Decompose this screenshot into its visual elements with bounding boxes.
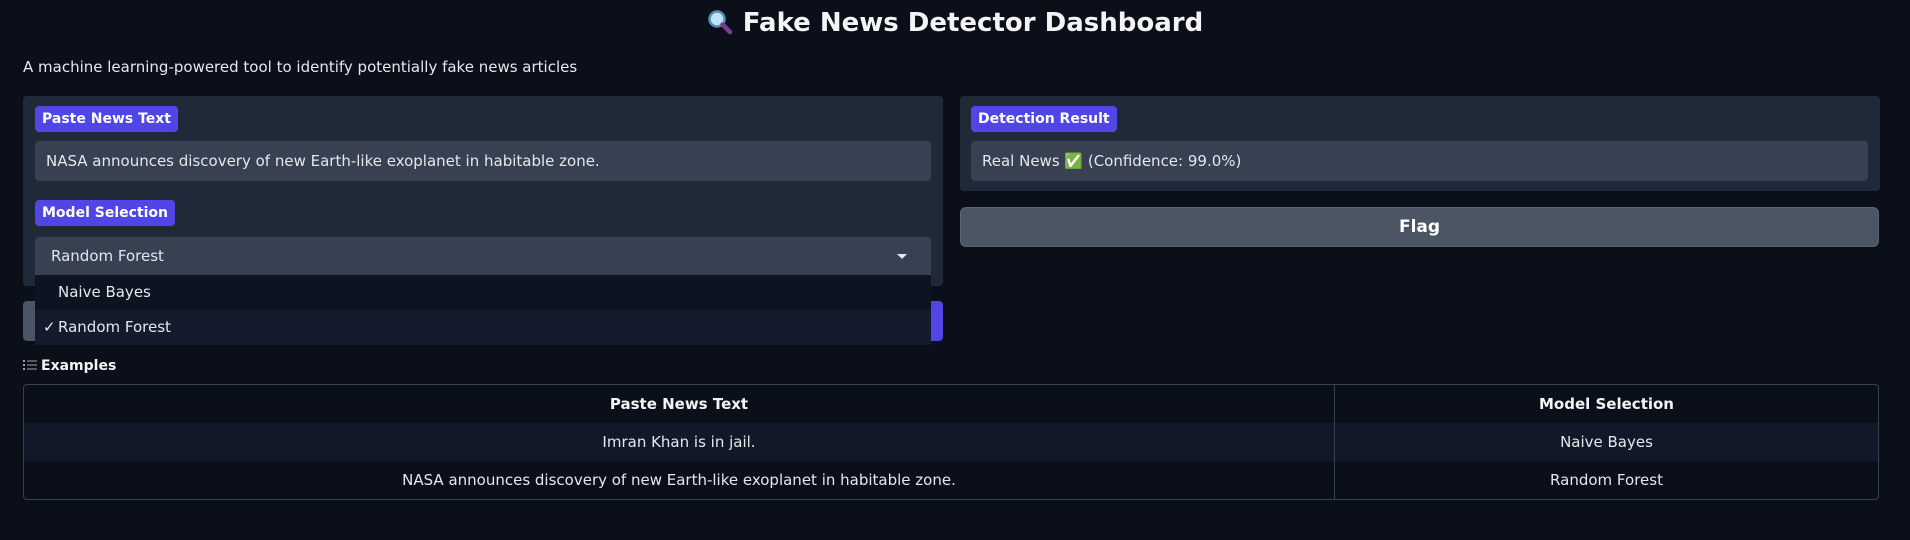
- news-text-label: Paste News Text: [35, 106, 178, 132]
- table-header-row: Paste News Text Model Selection: [24, 385, 1878, 423]
- examples-header: Examples: [23, 358, 116, 374]
- table-row[interactable]: Imran Khan is in jail. Naive Bayes: [24, 423, 1878, 461]
- page-subtitle: A machine learning-powered tool to ident…: [23, 58, 578, 76]
- table-header-model: Model Selection: [1539, 395, 1674, 413]
- list-icon: [23, 359, 37, 371]
- table-cell-news-text: Imran Khan is in jail.: [24, 423, 1335, 461]
- checkmark-icon: ✓: [43, 318, 56, 336]
- model-select-value: Random Forest: [51, 247, 164, 265]
- page-title-text: Fake News Detector Dashboard: [742, 8, 1204, 38]
- model-dropdown-menu: Naive Bayes ✓ Random Forest: [35, 275, 931, 345]
- model-selection-label: Model Selection: [35, 200, 175, 226]
- magnifying-glass-icon: [707, 9, 733, 35]
- news-text-input[interactable]: NASA announces discovery of new Earth-li…: [35, 141, 931, 181]
- examples-label: Examples: [41, 358, 117, 374]
- detection-result-output: Real News ✅ (Confidence: 99.0%): [971, 141, 1868, 181]
- page-title: Fake News Detector Dashboard: [0, 6, 1910, 40]
- detection-result-label: Detection Result: [971, 106, 1117, 132]
- model-select[interactable]: Random Forest: [35, 237, 931, 275]
- chevron-down-icon[interactable]: [897, 254, 907, 259]
- table-cell-model: Random Forest: [1550, 471, 1663, 489]
- examples-table: Paste News Text Model Selection Imran Kh…: [23, 384, 1879, 500]
- table-cell-model: Naive Bayes: [1560, 433, 1653, 451]
- model-option-random-forest[interactable]: ✓ Random Forest: [35, 310, 931, 345]
- table-header-news-text: Paste News Text: [24, 385, 1335, 423]
- table-cell-news-text: NASA announces discovery of new Earth-li…: [24, 461, 1335, 499]
- table-row[interactable]: NASA announces discovery of new Earth-li…: [24, 461, 1878, 499]
- model-option-naive-bayes[interactable]: Naive Bayes: [35, 275, 931, 310]
- flag-button[interactable]: Flag: [960, 207, 1879, 247]
